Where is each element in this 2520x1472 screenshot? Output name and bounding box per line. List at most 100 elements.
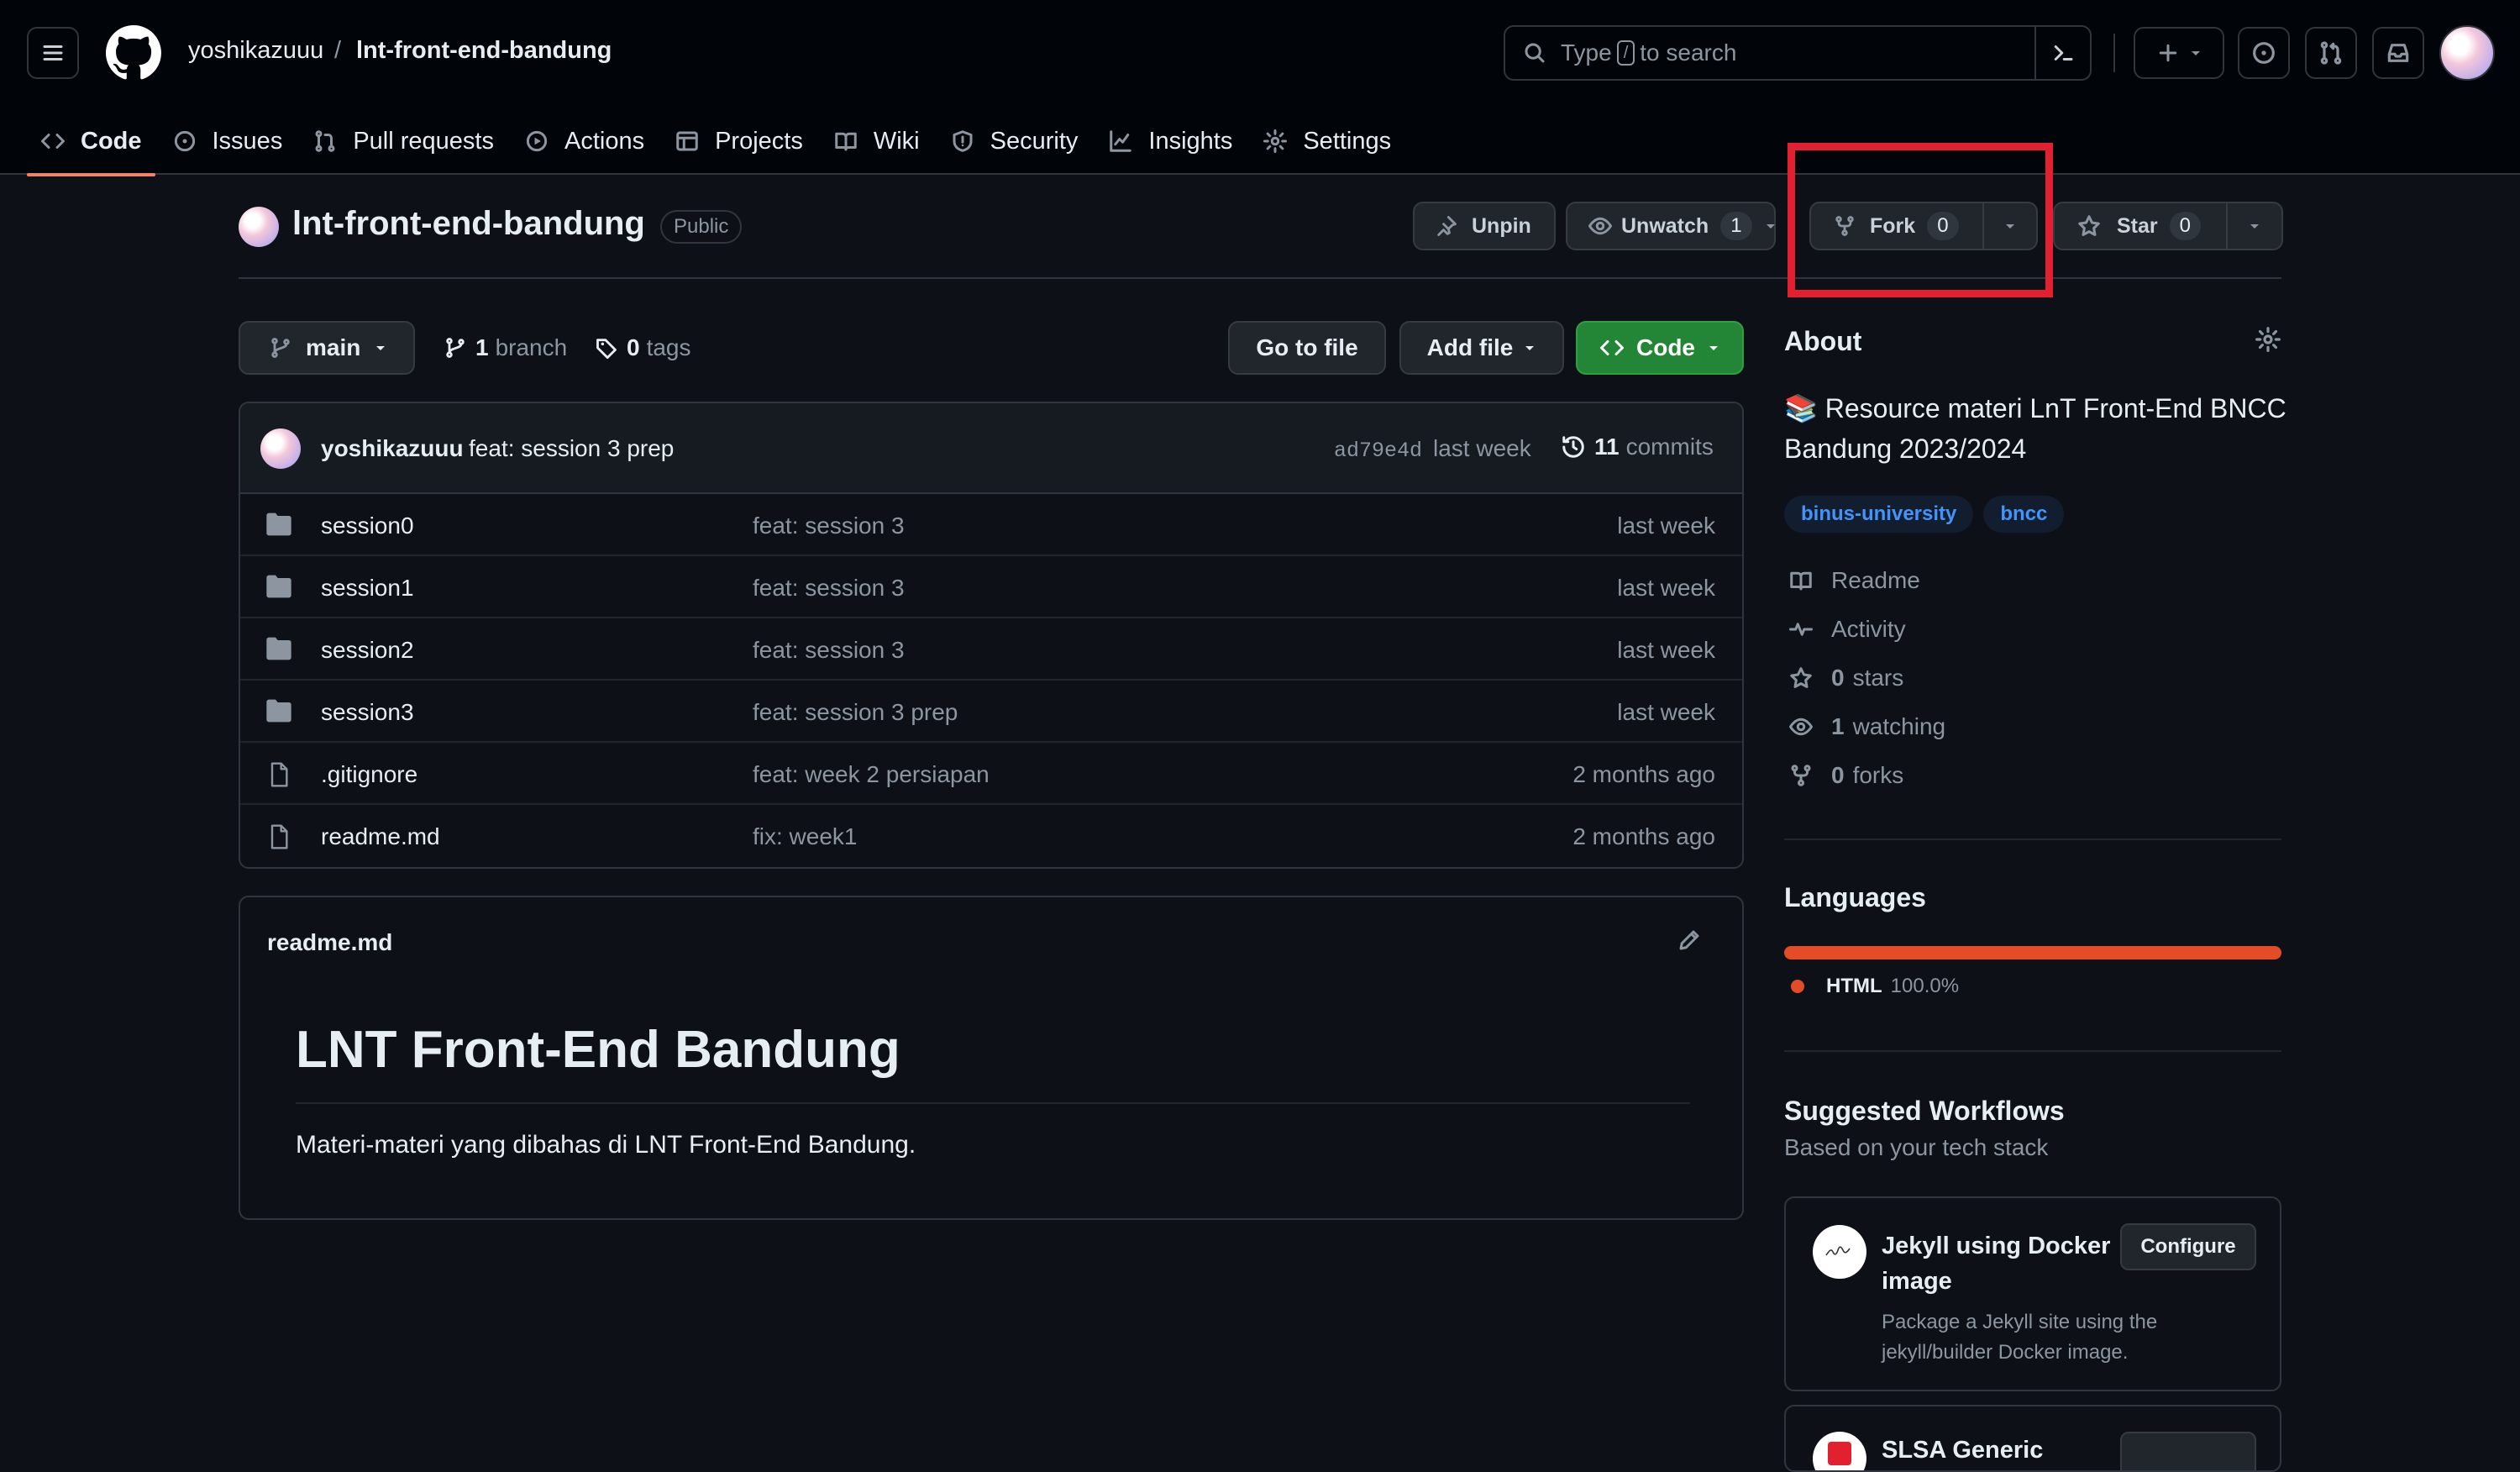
play-icon	[524, 129, 549, 154]
file-commit-time: 2 months ago	[1572, 761, 1715, 787]
file-name[interactable]: session1	[321, 575, 414, 602]
unwatch-button[interactable]: Unwatch 1	[1566, 202, 1776, 250]
commit-message[interactable]: feat: session 3 prep	[469, 435, 674, 462]
code-icon	[40, 129, 66, 154]
star-icon	[2076, 213, 2102, 239]
tab-wiki[interactable]: Wiki	[820, 108, 933, 175]
branch-name: main	[306, 334, 361, 360]
notifications-button[interactable]	[2372, 27, 2424, 79]
language-percent: 100.0%	[1890, 975, 1960, 997]
caret-down-icon	[374, 341, 387, 355]
file-row[interactable]: .gitignore feat: week 2 persiapan 2 mont…	[240, 743, 1742, 805]
add-file-button[interactable]: Add file	[1399, 321, 1564, 375]
breadcrumb-separator: /	[334, 37, 342, 64]
command-palette-button[interactable]	[2034, 27, 2090, 79]
tags-link[interactable]: 0 tags	[595, 334, 691, 361]
file-commit-message[interactable]: feat: session 3	[753, 637, 905, 664]
caret-down-icon[interactable]	[1764, 219, 1777, 233]
pencil-icon[interactable]	[1677, 928, 1702, 953]
topic-list: binus-university bncc	[1784, 496, 2065, 533]
file-row[interactable]: session2 feat: session 3 last week	[240, 618, 1742, 681]
pulse-icon	[1784, 617, 1818, 642]
tab-pull-requests[interactable]: Pull requests	[299, 108, 507, 175]
file-commit-message[interactable]: feat: session 3 prep	[753, 699, 958, 726]
tab-code[interactable]: Code	[27, 108, 155, 176]
your-pull-requests-button[interactable]	[2305, 27, 2357, 79]
branches-link[interactable]: 1 branch	[444, 334, 567, 361]
file-commit-message[interactable]: feat: session 3	[753, 575, 905, 602]
file-commit-message[interactable]: fix: week1	[753, 823, 858, 850]
readme-filename[interactable]: readme.md	[267, 929, 392, 956]
repo-title[interactable]: lnt-front-end-bandung	[292, 205, 645, 243]
star-icon	[1784, 665, 1818, 691]
file-name[interactable]: readme.md	[321, 823, 440, 850]
watching-count: 1	[1831, 713, 1845, 739]
configure-button[interactable]	[2120, 1432, 2256, 1470]
configure-button[interactable]: Configure	[2120, 1223, 2256, 1270]
tab-issues[interactable]: Issues	[159, 108, 297, 175]
stars-link[interactable]: 0 stars	[1784, 654, 1945, 702]
file-row[interactable]: session1 feat: session 3 last week	[240, 556, 1742, 618]
file-row[interactable]: session0 feat: session 3 last week	[240, 494, 1742, 556]
tag-count: 0	[627, 334, 640, 360]
file-name[interactable]: .gitignore	[321, 761, 417, 788]
search-input[interactable]: Type / to search	[1504, 25, 2092, 81]
tab-security[interactable]: Security	[937, 108, 1092, 175]
file-commit-message[interactable]: feat: session 3	[753, 513, 905, 539]
watching-link[interactable]: 1 watching	[1784, 702, 1945, 751]
slsa-logo	[1813, 1432, 1866, 1470]
tab-settings[interactable]: Settings	[1249, 108, 1404, 175]
sidebar-divider	[1784, 839, 2281, 840]
user-avatar[interactable]	[2439, 25, 2495, 81]
issue-icon	[2250, 39, 2277, 66]
menu-button[interactable]	[27, 27, 79, 79]
topic-tag[interactable]: binus-university	[1784, 496, 1974, 533]
github-logo[interactable]	[106, 25, 161, 81]
caret-down-icon	[1523, 341, 1536, 355]
tab-projects[interactable]: Projects	[661, 108, 816, 175]
file-row[interactable]: readme.md fix: week1 2 months ago	[240, 805, 1742, 867]
repo-owner-avatar[interactable]	[239, 207, 279, 247]
gear-icon[interactable]	[2255, 326, 2281, 353]
go-to-file-button[interactable]: Go to file	[1228, 321, 1386, 375]
commits-link[interactable]: 11 commits	[1561, 434, 1714, 460]
file-commit-message[interactable]: feat: week 2 persiapan	[753, 761, 990, 788]
readme-link[interactable]: Readme	[1784, 556, 1945, 605]
tab-label: Wiki	[873, 127, 920, 155]
language-item[interactable]: HTML 100.0%	[1791, 975, 1959, 998]
branch-selector[interactable]: main	[239, 321, 415, 375]
topic-tag[interactable]: bncc	[1983, 496, 2065, 533]
file-row[interactable]: session3 feat: session 3 prep last week	[240, 681, 1742, 743]
tab-actions[interactable]: Actions	[511, 108, 658, 175]
commit-sha[interactable]: ad79e4d	[1334, 439, 1422, 463]
book-icon	[1784, 568, 1818, 593]
commit-author-avatar[interactable]	[260, 428, 301, 469]
forks-link[interactable]: 0 forks	[1784, 751, 1945, 800]
file-name[interactable]: session3	[321, 699, 414, 726]
file-commit-time: 2 months ago	[1572, 823, 1715, 849]
your-issues-button[interactable]	[2238, 27, 2290, 79]
unpin-button[interactable]: Unpin	[1413, 202, 1556, 250]
create-new-button[interactable]	[2134, 27, 2224, 79]
gear-icon	[1263, 129, 1288, 154]
code-button[interactable]: Code	[1576, 321, 1744, 375]
star-button[interactable]: Star 0	[2053, 202, 2283, 250]
breadcrumb-repo[interactable]: lnt-front-end-bandung	[356, 37, 612, 65]
history-icon	[1561, 434, 1586, 460]
breadcrumb-owner[interactable]: yoshikazuuu	[188, 37, 323, 65]
global-header: yoshikazuuu / lnt-front-end-bandung Type…	[0, 0, 2520, 176]
commit-author[interactable]: yoshikazuuu	[321, 435, 464, 462]
stars-count: 0	[1831, 665, 1845, 691]
activity-link[interactable]: Activity	[1784, 605, 1945, 654]
file-name[interactable]: session0	[321, 513, 414, 539]
search-placeholder-prefix: Type	[1561, 39, 1612, 66]
star-count: 0	[2169, 212, 2201, 240]
suggested-workflows-title: Suggested Workflows	[1784, 1096, 2065, 1126]
file-name[interactable]: session2	[321, 637, 414, 664]
star-dropdown[interactable]	[2226, 203, 2281, 249]
tab-insights[interactable]: Insights	[1095, 108, 1246, 175]
folder-icon	[265, 575, 292, 598]
caret-down-icon	[2189, 46, 2202, 60]
language-color-dot	[1791, 980, 1804, 993]
branch-count: 1	[475, 334, 489, 360]
